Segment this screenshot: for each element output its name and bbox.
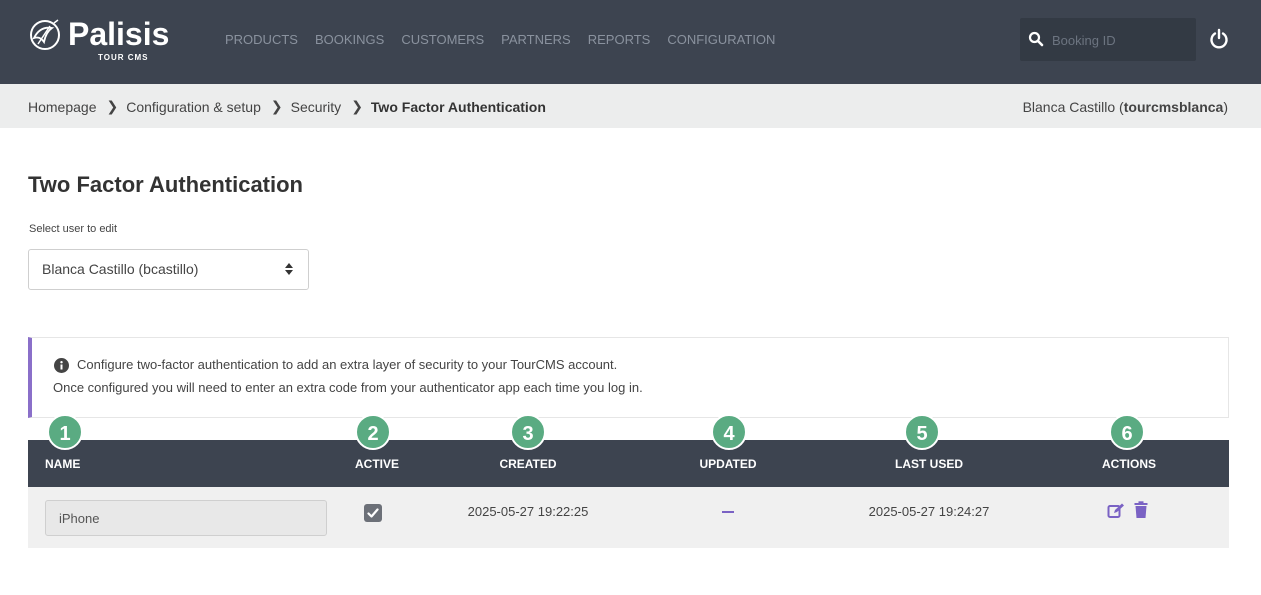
sort-arrows-icon xyxy=(285,263,293,275)
nav-item-reports[interactable]: REPORTS xyxy=(588,32,651,47)
last-used-timestamp: 2025-05-27 19:24:27 xyxy=(868,504,990,519)
booking-search xyxy=(1020,18,1196,61)
current-user-name: Blanca Castillo xyxy=(1022,99,1116,115)
breadcrumb-security[interactable]: Security xyxy=(291,99,342,115)
step-badge-3: 3 xyxy=(510,414,546,450)
info-text-line2: Once configured you will need to enter a… xyxy=(53,380,643,395)
brand-subtitle: TOUR CMS xyxy=(98,53,149,62)
breadcrumb-bar: Homepage ❯ Configuration & setup ❯ Secur… xyxy=(0,84,1261,128)
brand-name: Palisis xyxy=(68,16,170,52)
step-badge-6: 6 xyxy=(1109,414,1145,450)
table-header: NAME ACTIVE CREATED UPDATED LAST USED AC… xyxy=(28,440,1229,487)
column-header-updated: UPDATED xyxy=(699,457,757,471)
table-row: 2025-05-27 19:22:25 2025-05-27 19:24:27 xyxy=(28,487,1229,548)
booking-id-input[interactable] xyxy=(1052,30,1188,50)
nav-item-products[interactable]: PRODUCTS xyxy=(225,32,298,47)
page-title: Two Factor Authentication xyxy=(28,172,303,197)
select-user-label: Select user to edit xyxy=(29,223,118,235)
step-badge-2: 2 xyxy=(355,414,391,450)
top-navigation-bar: Palisis TOUR CMS PRODUCTS BOOKINGS CUSTO… xyxy=(0,0,1261,84)
trash-icon[interactable] xyxy=(1134,501,1148,519)
nav-item-configuration[interactable]: CONFIGURATION xyxy=(667,32,775,47)
breadcrumb: Homepage ❯ Configuration & setup ❯ Secur… xyxy=(28,98,546,115)
info-icon xyxy=(54,358,69,373)
info-callout: Configure two-factor authentication to a… xyxy=(28,337,1229,418)
search-icon xyxy=(1028,31,1044,47)
breadcrumb-current: Two Factor Authentication xyxy=(370,98,546,115)
power-logout-icon[interactable] xyxy=(1208,28,1230,50)
nav-item-partners[interactable]: PARTNERS xyxy=(501,32,571,47)
current-username: tourcmsblanca xyxy=(1123,99,1224,115)
breadcrumb-configuration[interactable]: Configuration & setup xyxy=(126,99,261,115)
chevron-right-icon: ❯ xyxy=(106,98,119,114)
step-badge-4: 4 xyxy=(711,414,747,450)
created-timestamp: 2025-05-27 19:22:25 xyxy=(467,504,589,519)
main-nav: PRODUCTS BOOKINGS CUSTOMERS PARTNERS REP… xyxy=(225,32,792,47)
step-badge-5: 5 xyxy=(904,414,940,450)
current-user-label[interactable]: Blanca Castillo (tourcmsblanca) xyxy=(1023,99,1228,115)
column-header-last-used: LAST USED xyxy=(894,457,964,471)
column-header-name: NAME xyxy=(45,457,81,471)
selected-user-value: Blanca Castillo (bcastillo) xyxy=(42,261,199,277)
info-text-line1: Configure two-factor authentication to a… xyxy=(77,357,618,372)
active-checkbox[interactable] xyxy=(364,504,382,522)
device-name-input[interactable] xyxy=(45,500,327,536)
column-header-created: CREATED xyxy=(499,457,557,471)
column-header-active: ACTIVE xyxy=(354,457,400,471)
user-select-dropdown[interactable]: Blanca Castillo (bcastillo) xyxy=(28,249,309,290)
edit-icon[interactable] xyxy=(1107,502,1125,520)
palisis-logo-icon xyxy=(30,19,60,50)
checkmark-icon xyxy=(367,508,379,518)
updated-empty-dash xyxy=(722,511,734,513)
palisis-logo[interactable]: Palisis TOUR CMS xyxy=(28,16,170,66)
step-badge-1: 1 xyxy=(47,414,83,450)
chevron-right-icon: ❯ xyxy=(270,98,283,114)
breadcrumb-homepage[interactable]: Homepage xyxy=(28,99,97,115)
nav-item-bookings[interactable]: BOOKINGS xyxy=(315,32,384,47)
nav-item-customers[interactable]: CUSTOMERS xyxy=(401,32,484,47)
column-header-actions: ACTIONS xyxy=(1102,457,1156,471)
chevron-right-icon: ❯ xyxy=(351,98,363,114)
